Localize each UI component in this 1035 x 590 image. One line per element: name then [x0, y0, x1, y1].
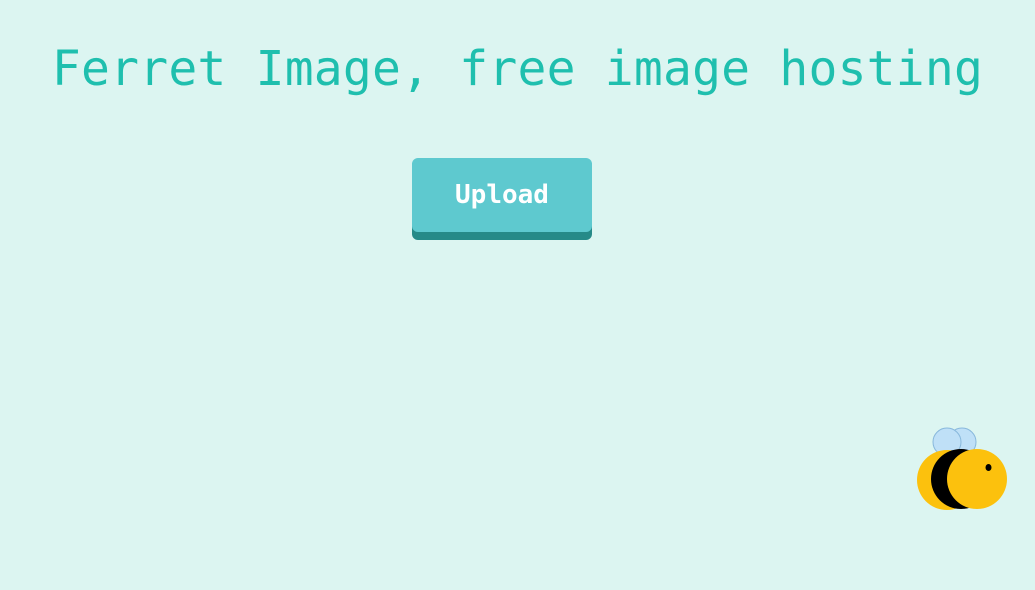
bee-icon: [915, 426, 1009, 512]
page-title: Ferret Image, free image hosting: [51, 41, 984, 97]
bee-head: [947, 449, 1007, 509]
bee-eye: [985, 464, 992, 471]
upload-button[interactable]: Upload: [412, 158, 592, 232]
